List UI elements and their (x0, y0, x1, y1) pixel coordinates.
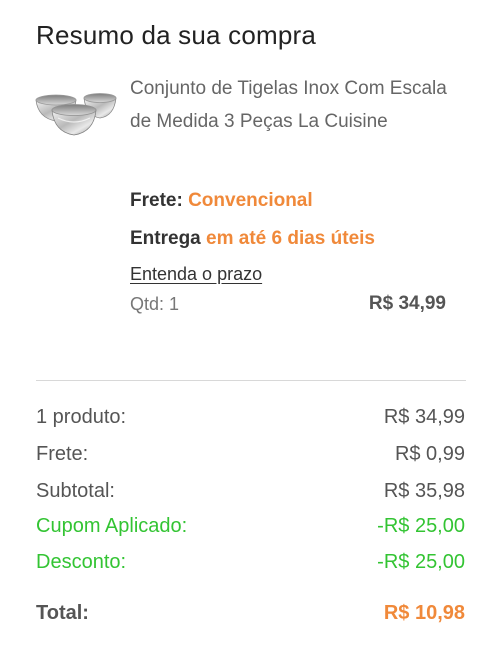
discount-label: Desconto: (36, 551, 127, 573)
item-price: R$ 34,99 (368, 293, 446, 314)
summary-title: Resumo da sua compra (36, 20, 317, 50)
delivery-label: Entrega (130, 228, 201, 249)
subtotal-value: R$ 35,98 (383, 480, 465, 502)
product-name[interactable]: Conjunto de Tigelas Inox Com Escala de M… (130, 72, 460, 138)
coupon-label: Cupom Aplicado: (36, 515, 188, 537)
shipping-info: Frete: Convencional (130, 190, 313, 212)
delivery-time: em até 6 dias úteis (206, 228, 375, 249)
shipping-total-value: R$ 0,99 (394, 443, 465, 465)
coupon-row: Cupom Aplicado: -R$ 25,00 (36, 515, 465, 545)
deadline-link[interactable]: Entenda o prazo (130, 264, 262, 285)
total-label: Total: (36, 602, 89, 624)
quantity: Qtd: 1 (130, 294, 180, 314)
products-row: 1 produto: R$ 34,99 (36, 406, 465, 436)
steel-bowls-image (35, 93, 117, 136)
shipping-total-label: Frete: (36, 443, 89, 465)
discount-row: Desconto: -R$ 25,00 (36, 551, 465, 581)
products-label: 1 produto: (36, 406, 127, 428)
subtotal-label: Subtotal: (36, 480, 115, 502)
delivery-info: Entrega em até 6 dias úteis (130, 228, 375, 250)
shipping-type: Convencional (188, 190, 313, 211)
shipping-label: Frete: (130, 190, 183, 211)
divider (36, 380, 466, 381)
shipping-row: Frete: R$ 0,99 (36, 443, 465, 473)
discount-value: -R$ 25,00 (377, 551, 465, 573)
total-row: Total: R$ 10,98 (36, 602, 465, 632)
total-value: R$ 10,98 (383, 602, 465, 624)
subtotal-row: Subtotal: R$ 35,98 (36, 480, 465, 510)
products-value: R$ 34,99 (383, 406, 465, 428)
coupon-value: -R$ 25,00 (377, 515, 465, 537)
